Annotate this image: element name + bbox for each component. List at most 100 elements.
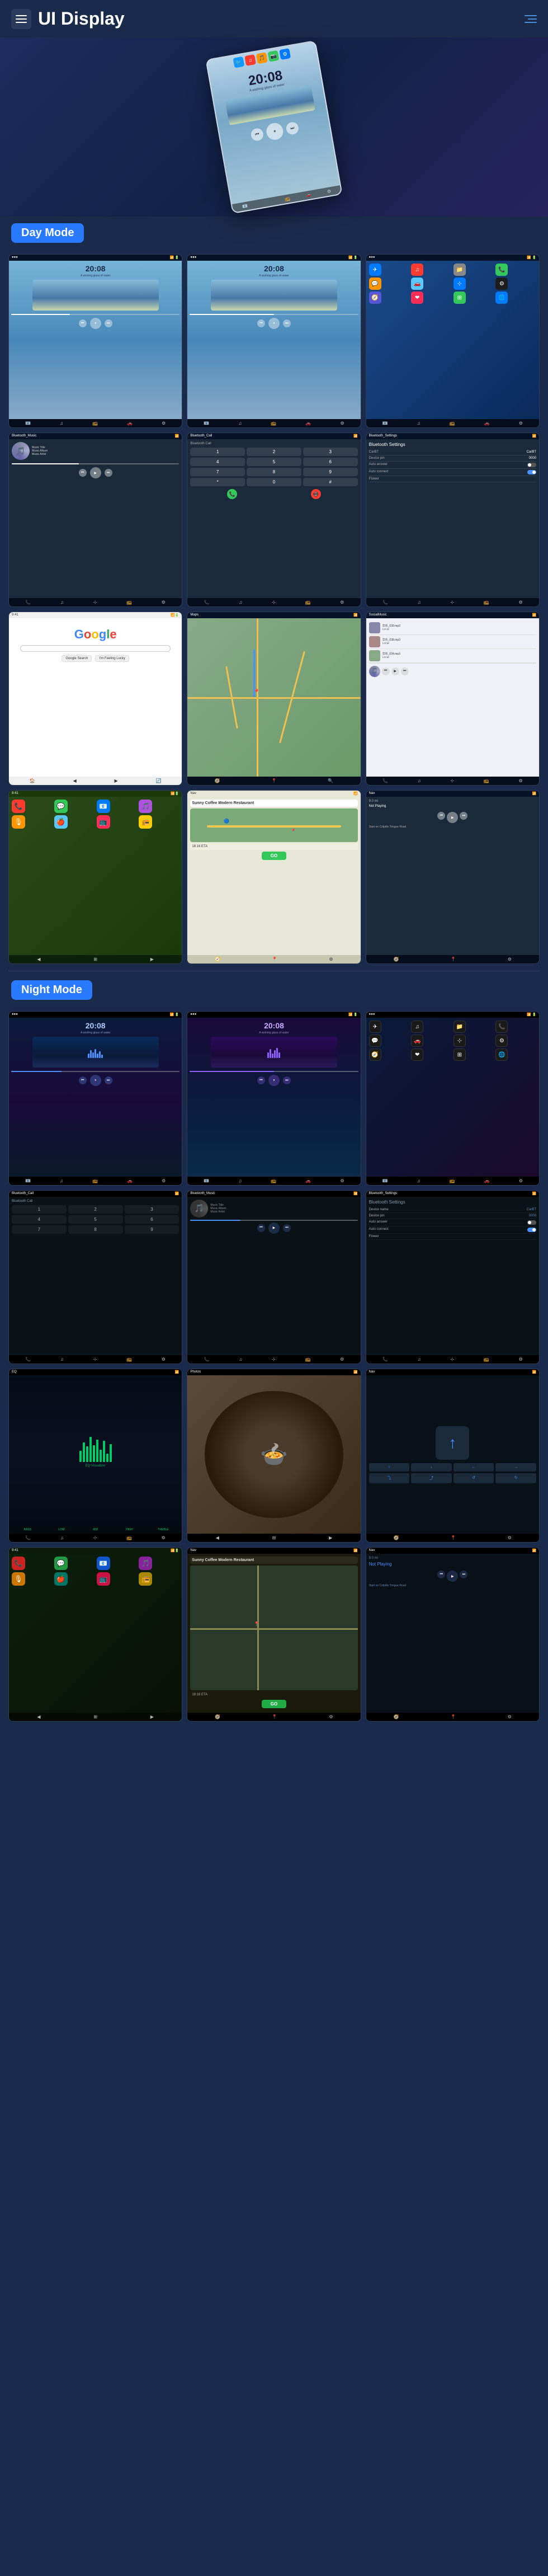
menu-icon[interactable]: [11, 9, 31, 29]
nav-play[interactable]: ▶: [447, 812, 458, 823]
night-key-6[interactable]: 6: [125, 1215, 179, 1224]
night-app-nav[interactable]: 🧭: [369, 1049, 381, 1061]
night-app-phone-icon[interactable]: 📞: [12, 1557, 25, 1570]
night-app-video-icon[interactable]: 📺: [97, 1572, 110, 1586]
key-star[interactable]: *: [190, 478, 245, 486]
app-social[interactable]: ❤: [411, 292, 423, 304]
app-phone[interactable]: 📞: [495, 264, 508, 276]
night-key-2[interactable]: 2: [68, 1205, 123, 1214]
go-button[interactable]: GO: [262, 852, 286, 860]
key-6[interactable]: 6: [303, 458, 358, 466]
key-9[interactable]: 9: [303, 468, 358, 476]
app-vcar[interactable]: 🚗: [411, 278, 423, 290]
app-telegram[interactable]: ✈: [369, 264, 381, 276]
hangup-btn[interactable]: 📵: [311, 489, 321, 499]
night-app-podcast-icon[interactable]: 🎙: [12, 1572, 25, 1586]
nav-btn-6[interactable]: ⤴: [411, 1473, 452, 1483]
bt-next[interactable]: ⏭: [105, 469, 112, 477]
night-bt-next[interactable]: ⏭: [283, 1224, 291, 1232]
prev-button-2[interactable]: ⏮: [257, 319, 265, 327]
play-button-1[interactable]: ⏸: [90, 318, 101, 329]
nav-btn-8[interactable]: ↻: [495, 1473, 536, 1483]
night-app-music-icon[interactable]: 🎵: [139, 1557, 152, 1570]
next-button-1[interactable]: ⏭: [105, 319, 112, 327]
night-app-3[interactable]: 📁: [453, 1021, 466, 1033]
next-button-2[interactable]: ⏭: [283, 319, 291, 327]
bt-play[interactable]: ▶: [90, 467, 101, 478]
night-app-1[interactable]: ✈: [369, 1021, 381, 1033]
night-auto-connect-toggle[interactable]: [527, 1228, 536, 1232]
night-bt-prev[interactable]: ⏮: [257, 1224, 265, 1232]
night-play-1[interactable]: ⏸: [90, 1075, 101, 1086]
app-files[interactable]: 📁: [453, 264, 466, 276]
nav-btn-5[interactable]: ⤵: [369, 1473, 410, 1483]
night-key-8[interactable]: 8: [68, 1225, 123, 1234]
social-prev[interactable]: ⏮: [382, 667, 390, 675]
night-app-11[interactable]: 🌐: [495, 1049, 508, 1061]
auto-connect-row[interactable]: Auto connect: [369, 469, 536, 476]
night-key-1[interactable]: 1: [12, 1205, 67, 1214]
app-phone-icon[interactable]: 📞: [12, 800, 25, 813]
social-next[interactable]: ⏭: [401, 667, 409, 675]
night-auto-answer-toggle[interactable]: [527, 1220, 536, 1225]
app-podcast-icon[interactable]: 🎙: [12, 815, 25, 829]
nav-lines-icon[interactable]: [525, 15, 537, 23]
social-track-1[interactable]: 华乐_039.mp3 Local: [369, 621, 536, 635]
key-4[interactable]: 4: [190, 458, 245, 466]
feeling-lucky-btn[interactable]: I'm Feeling Lucky: [95, 655, 129, 662]
social-play[interactable]: ▶: [391, 667, 399, 675]
night-app-2[interactable]: ♫: [411, 1021, 423, 1033]
auto-answer-row[interactable]: Auto answer: [369, 462, 536, 469]
night-go-button[interactable]: GO: [262, 1700, 286, 1708]
auto-answer-toggle[interactable]: [527, 463, 536, 467]
night-key-5[interactable]: 5: [68, 1215, 123, 1224]
key-0[interactable]: 0: [247, 478, 301, 486]
bt-prev[interactable]: ⏮: [79, 469, 87, 477]
night-app-apple-icon[interactable]: 🍎: [54, 1572, 68, 1586]
night-play-2[interactable]: ⏸: [268, 1075, 280, 1086]
google-search-btn[interactable]: Google Search: [62, 655, 92, 662]
night-key-7[interactable]: 7: [12, 1225, 67, 1234]
social-track-3[interactable]: 华乐_034.mp3 Local: [369, 649, 536, 663]
night-app-9[interactable]: ❤: [411, 1049, 423, 1061]
night-app-6[interactable]: 🚗: [411, 1035, 423, 1047]
night-np-prev[interactable]: ⏮: [437, 1571, 445, 1578]
key-7[interactable]: 7: [190, 468, 245, 476]
night-next-1[interactable]: ⏭: [105, 1077, 112, 1084]
key-5[interactable]: 5: [247, 458, 301, 466]
nav-btn-3[interactable]: ←: [453, 1463, 494, 1472]
app-music-icon[interactable]: 🎵: [139, 800, 152, 813]
social-track-2[interactable]: 华乐_038.mp3 Local: [369, 635, 536, 649]
night-app-5[interactable]: 💬: [369, 1035, 381, 1047]
key-3[interactable]: 3: [303, 448, 358, 456]
auto-connect-toggle[interactable]: [527, 470, 536, 474]
key-1[interactable]: 1: [190, 448, 245, 456]
prev-btn[interactable]: ⏮: [250, 128, 264, 142]
night-app-msg-icon[interactable]: 💬: [54, 1557, 68, 1570]
play-pause-btn[interactable]: ⏸: [265, 122, 285, 142]
play-button-2[interactable]: ⏸: [268, 318, 280, 329]
nav-btn-2[interactable]: ↓: [411, 1463, 452, 1472]
app-nav[interactable]: 🧭: [369, 292, 381, 304]
key-8[interactable]: 8: [247, 468, 301, 476]
app-store[interactable]: ⊞: [453, 292, 466, 304]
key-hash[interactable]: #: [303, 478, 358, 486]
google-search-bar[interactable]: [20, 645, 171, 652]
app-wechat[interactable]: 💬: [369, 278, 381, 290]
night-auto-answer-row[interactable]: Auto answer: [369, 1219, 536, 1226]
night-np-next[interactable]: ⏭: [460, 1571, 467, 1578]
nav-prev[interactable]: ⏮: [437, 812, 445, 820]
night-np-play[interactable]: ▶: [447, 1571, 458, 1582]
app-music[interactable]: ♫: [411, 264, 423, 276]
nav-btn-4[interactable]: →: [495, 1463, 536, 1472]
app-mail-icon[interactable]: 📧: [97, 800, 110, 813]
app-apple-icon[interactable]: 🍎: [54, 815, 68, 829]
night-auto-connect-row[interactable]: Auto connect: [369, 1226, 536, 1234]
app-browser[interactable]: 🌐: [495, 292, 508, 304]
prev-button-1[interactable]: ⏮: [79, 319, 87, 327]
night-prev-1[interactable]: ⏮: [79, 1077, 87, 1084]
app-video-icon[interactable]: 📺: [97, 815, 110, 829]
night-key-3[interactable]: 3: [125, 1205, 179, 1214]
night-bt-play[interactable]: ▶: [268, 1223, 280, 1234]
night-app-bt[interactable]: ⊹: [453, 1035, 466, 1047]
